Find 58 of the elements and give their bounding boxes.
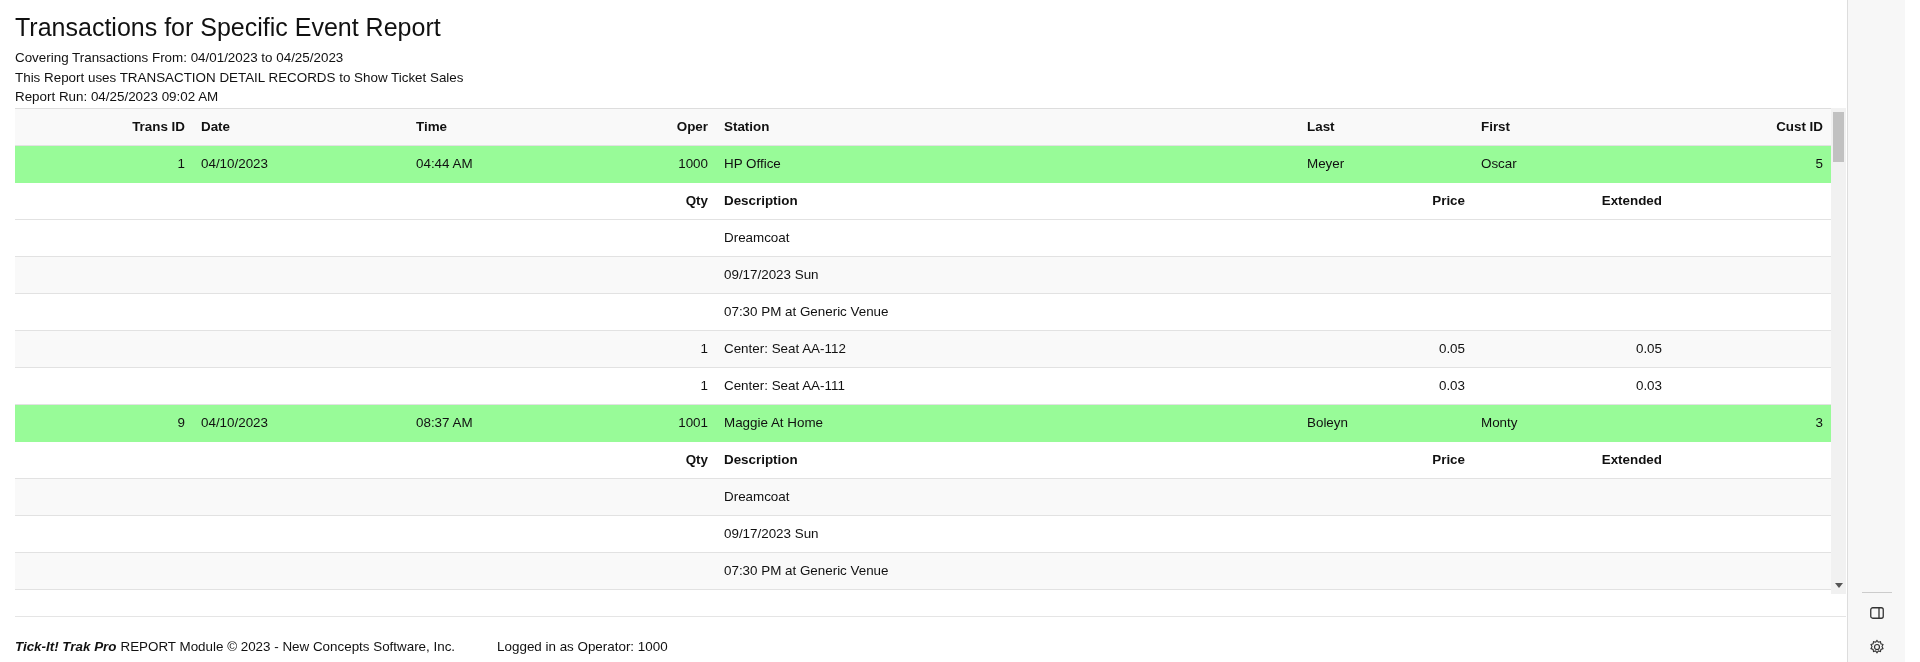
copyright-text: REPORT Module © 2023 - New Concepts Software, Inc. [120, 638, 456, 654]
product-name: Tick-It! Trak Pro [15, 638, 117, 654]
table-cell-text: 5 [1814, 156, 1824, 172]
report-info-text: This Report uses TRANSACTION DETAIL RECORDS to Show Ticket Sales [15, 68, 465, 87]
column-header: Price [1431, 193, 1466, 209]
column-header: Oper [675, 119, 709, 135]
column-header: Extended [1600, 193, 1663, 209]
column-header: Last [1306, 119, 1336, 135]
table-cell-text: 07:30 PM at Generic Venue [723, 563, 890, 579]
table-cell-text: Center: Seat AA-111 [723, 378, 846, 394]
table-cell-text: 04/10/2023 [200, 415, 270, 431]
column-header: Date [200, 119, 232, 135]
table-cell-text: 07:30 PM at Generic Venue [723, 304, 890, 320]
table-cell-text: 9 [176, 415, 186, 431]
table-cell-text: 0.05 [1634, 341, 1663, 357]
scrollbar[interactable] [1831, 107, 1846, 594]
table-cell-text: 08:37 AM [415, 415, 474, 431]
table-cell-text: 1 [176, 156, 186, 172]
settings-icon[interactable] [1868, 639, 1885, 655]
column-header: Description [723, 193, 799, 209]
table-cell-text: 04:44 AM [415, 156, 474, 172]
table-cell-text: Oscar [1480, 156, 1518, 172]
column-header: Time [415, 119, 448, 135]
table-cell-text: 0.05 [1437, 341, 1466, 357]
table-cell-text: 1000 [677, 156, 709, 172]
column-header: Description [723, 452, 799, 468]
column-header: Station [723, 119, 771, 135]
column-header: First [1480, 119, 1512, 135]
table-cell-text: Meyer [1306, 156, 1346, 172]
table-cell-text: Dreamcoat [723, 489, 791, 505]
column-header: Price [1431, 452, 1466, 468]
column-header: Cust ID [1775, 119, 1824, 135]
table-cell-text: Maggie At Home [723, 415, 824, 431]
table-cell-text: 3 [1814, 415, 1824, 431]
report-info-text: Covering Transactions From: 04/01/2023 to 04/25/2023 [15, 49, 345, 67]
table-cell-text: 1001 [677, 415, 709, 431]
table-cell-text: 09/17/2023 Sun [723, 267, 820, 283]
table-cell-text: 1 [699, 378, 709, 394]
report-title: Transactions for Specific Event Report [15, 12, 442, 42]
column-header: Trans ID [131, 119, 186, 135]
column-header: Extended [1600, 452, 1663, 468]
sidebar-panel-icon[interactable] [1869, 607, 1884, 619]
table-cell-text: 1 [699, 341, 709, 357]
table-cell-text: 0.03 [1437, 378, 1466, 394]
scroll-down-arrow-icon[interactable] [1835, 582, 1843, 588]
operator-text: Logged in as Operator: 1000 [497, 638, 668, 654]
column-header: Qty [684, 452, 709, 468]
column-header: Qty [684, 193, 709, 209]
table-cell-text: Monty [1480, 415, 1519, 431]
table-cell-text: 09/17/2023 Sun [723, 526, 820, 542]
table-cell-text: Boleyn [1306, 415, 1349, 431]
table-cell-text: 0.03 [1634, 378, 1663, 394]
table-cell-text: Center: Seat AA-112 [723, 341, 847, 357]
scrollbar-thumb[interactable] [1833, 111, 1844, 162]
table-cell-text: Dreamcoat [723, 230, 791, 246]
table-cell-text: HP Office [723, 156, 782, 172]
table-cell-text: 04/10/2023 [200, 156, 270, 172]
report-info-text: Report Run: 04/25/2023 09:02 AM [15, 88, 220, 107]
